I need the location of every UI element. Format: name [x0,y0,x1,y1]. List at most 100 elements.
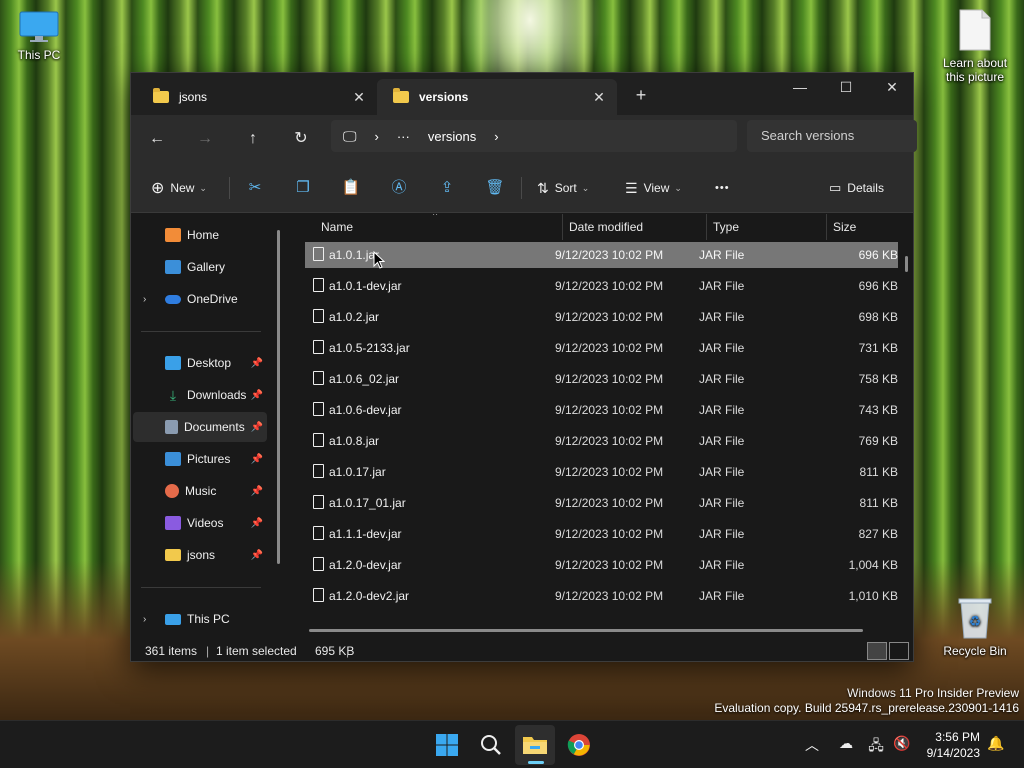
monitor-icon [18,10,60,44]
tab-versions[interactable]: versions ✕ [377,79,617,115]
toolbar-divider [521,177,522,199]
chevron-right-icon[interactable]: › [143,614,146,625]
sidebar-item-videos[interactable]: Videos 📌 [133,508,267,538]
details-view-toggle[interactable] [867,642,887,660]
close-tab-icon[interactable]: ✕ [591,89,607,106]
folder-icon [153,88,169,103]
file-row[interactable]: a1.2.0-dev.jar 9/12/2023 10:02 PM JAR File… [305,552,898,578]
share-icon[interactable]: ⇪ [435,176,459,200]
volume-muted-icon[interactable]: 🔇 [892,735,912,752]
column-divider[interactable] [706,214,707,240]
cut-icon[interactable]: ✂ [243,176,267,200]
sidebar-item-this-pc[interactable]: › This PC [133,604,267,634]
network-icon[interactable]: 🖧 [866,735,886,759]
desktop-icon-learn-about-picture[interactable]: Learn about this picture [938,8,1012,84]
more-options-button[interactable]: ••• [715,177,730,199]
tab-jsons[interactable]: jsons ✕ [137,79,377,115]
desktop-icon-recycle-bin[interactable]: ♻ Recycle Bin [938,596,1012,658]
file-row[interactable]: a1.0.17.jar 9/12/2023 10:02 PM JAR File 811… [305,459,898,485]
pin-icon[interactable]: 📌 [251,518,263,529]
minimize-button[interactable]: — [777,73,823,103]
sidebar-item-pictures[interactable]: Pictures 📌 [133,444,267,474]
back-button[interactable]: ← [143,127,171,151]
sidebar-item-documents[interactable]: Documents 📌 [133,412,267,442]
pin-icon[interactable]: 📌 [251,358,263,369]
details-button[interactable]: ▭ Details [829,177,884,199]
new-button[interactable]: ⊕ New ⌄ [151,177,207,199]
address-bar[interactable]: 🖵 › ··· versions › [331,120,737,152]
clock[interactable]: 3:56 PM 9/14/2023 [918,729,980,761]
notification-bell-icon[interactable]: 🔔 [986,735,1006,752]
sidebar-item-gallery[interactable]: Gallery [133,252,267,282]
search-button[interactable] [471,725,511,765]
sidebar-item-label: Documents [184,420,245,434]
column-header-date-modified[interactable]: Date modified [569,220,643,234]
sidebar-item-label: Gallery [187,260,226,274]
column-header-row: Name ^ Date modified Type Size [291,214,913,240]
file-row[interactable]: a1.0.5-2133.jar 9/12/2023 10:02 PM JAR Fil… [305,335,898,361]
sidebar-item-downloads[interactable]: ⤓ Downloads 📌 [133,380,267,410]
sidebar-item-music[interactable]: Music 📌 [133,476,267,506]
copy-icon[interactable]: ❐ [291,176,315,200]
file-row[interactable]: a1.1.1-dev.jar 9/12/2023 10:02 PM JAR File… [305,521,898,547]
up-button[interactable]: ↑ [239,127,267,151]
file-row[interactable]: a1.0.8.jar 9/12/2023 10:02 PM JAR File 769 … [305,428,898,454]
pin-icon[interactable]: 📌 [251,454,263,465]
breadcrumb-current[interactable]: versions [428,129,476,144]
windows-logo-icon [436,734,458,756]
close-tab-icon[interactable]: ✕ [351,89,367,106]
file-list-scrollbar[interactable] [905,256,908,272]
pin-icon[interactable]: 📌 [251,390,263,401]
breadcrumb-chevron-icon[interactable]: › [375,129,379,144]
folder-icon [393,88,409,103]
sidebar-item-desktop[interactable]: Desktop 📌 [133,348,267,378]
sort-button[interactable]: ⇅ Sort ⌄ [537,177,589,199]
pin-icon[interactable]: 📌 [251,422,263,433]
computer-icon: 🖵 [343,127,357,144]
chevron-up-icon[interactable]: ︿ [802,735,822,755]
desktop-icon-this-pc[interactable]: This PC [2,10,76,62]
file-row[interactable]: a1.0.2.jar 9/12/2023 10:02 PM JAR File 698 … [305,304,898,330]
breadcrumb-overflow[interactable]: ··· [397,129,410,144]
delete-icon[interactable]: 🗑 [483,176,507,200]
file-size: 698 KB [858,310,898,324]
file-row[interactable]: a1.0.6_02.jar 9/12/2023 10:02 PM JAR File 7… [305,366,898,392]
file-row[interactable]: a1.0.6-dev.jar 9/12/2023 10:02 PM JAR File… [305,397,898,423]
horizontal-scrollbar[interactable] [309,629,863,632]
pin-icon[interactable]: 📌 [251,550,263,561]
maximize-button[interactable]: ☐ [823,73,869,103]
file-row[interactable]: a1.0.1.jar 9/12/2023 10:02 PM JAR File 696 … [305,242,898,268]
pin-icon[interactable]: 📌 [251,486,263,497]
column-divider[interactable] [826,214,827,240]
breadcrumb-chevron-icon[interactable]: › [494,129,498,144]
sidebar-item-jsons[interactable]: jsons 📌 [133,540,267,570]
chrome-button[interactable] [559,725,599,765]
onedrive-status-icon[interactable]: ☁ [836,735,856,752]
tiles-view-toggle[interactable] [889,642,909,660]
file-row[interactable]: a1.0.17_01.jar 9/12/2023 10:02 PM JAR File… [305,490,898,516]
view-button[interactable]: ☰ View ⌄ [625,177,682,199]
file-row[interactable]: a1.0.1-dev.jar 9/12/2023 10:02 PM JAR File… [305,273,898,299]
status-divider: | [206,644,210,658]
column-divider[interactable] [562,214,563,240]
close-window-button[interactable]: ✕ [869,73,915,103]
refresh-button[interactable]: ↻ [287,127,315,151]
column-header-type[interactable]: Type [713,220,739,234]
rename-icon[interactable]: Ⓐ [387,176,411,200]
file-explorer-button[interactable] [515,725,555,765]
new-label: New [170,181,195,195]
sidebar-item-home[interactable]: Home [133,220,267,250]
column-header-name[interactable]: Name [321,220,353,234]
new-tab-button[interactable]: + [631,85,651,106]
sidebar-scrollbar[interactable] [277,230,280,564]
forward-button[interactable]: → [191,127,219,151]
start-button[interactable] [427,725,467,765]
cloud-icon [165,294,181,304]
paste-icon[interactable]: 📋 [339,176,363,200]
search-input[interactable]: Search versions [747,120,917,152]
search-icon [481,735,501,755]
column-header-size[interactable]: Size [833,220,856,234]
sidebar-item-onedrive[interactable]: › OneDrive [133,284,267,314]
chevron-right-icon[interactable]: › [143,294,146,305]
file-row[interactable]: a1.2.0-dev2.jar 9/12/2023 10:02 PM JAR Fil… [305,583,898,609]
